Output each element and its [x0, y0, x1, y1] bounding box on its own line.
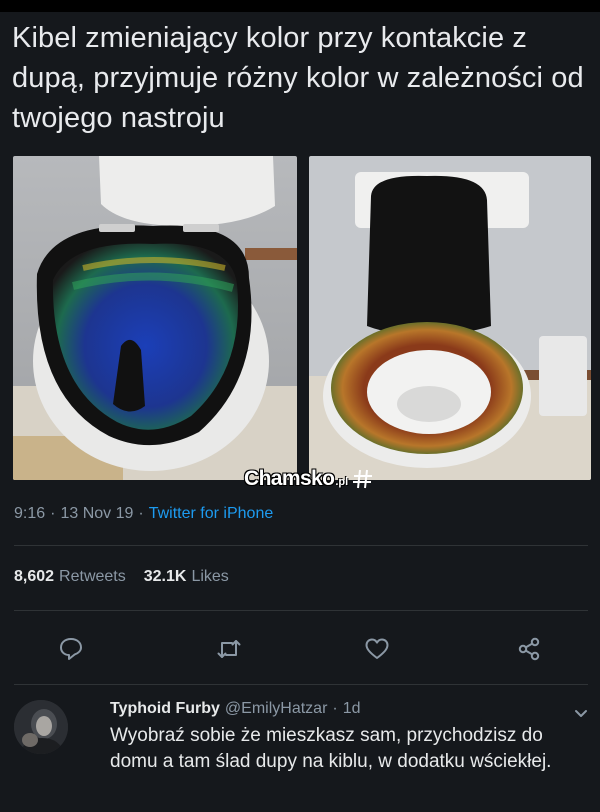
tweet-stats: 8,602 Retweets 32.1K Likes: [14, 568, 229, 586]
photo-closed-lid[interactable]: [13, 156, 297, 480]
meta-separator: ·: [332, 700, 338, 717]
watermark-text: Chamsko: [244, 467, 335, 490]
watermark-hash-icon: [353, 469, 373, 489]
chevron-down-icon: [575, 710, 587, 717]
tweet-time: 9:16: [14, 505, 46, 522]
retweet-button[interactable]: [216, 636, 242, 662]
divider: [14, 684, 588, 685]
photo-open-lid[interactable]: [309, 156, 591, 480]
divider: [14, 610, 588, 611]
likes-label[interactable]: Likes: [191, 568, 228, 586]
heart-icon: [365, 638, 389, 659]
divider: [14, 545, 588, 546]
tweet-source-link[interactable]: Twitter for iPhone: [149, 505, 274, 523]
meta-separator: ·: [50, 505, 56, 522]
retweets-label[interactable]: Retweets: [59, 568, 126, 586]
reply-header: Typhoid Furby @EmilyHatzar · 1d: [110, 700, 361, 718]
reply-time[interactable]: 1d: [343, 700, 361, 718]
reply-more-button[interactable]: [572, 704, 590, 722]
tweet-meta: 9:16 · 13 Nov 19 · Twitter for iPhone: [14, 505, 273, 523]
meta-separator: ·: [138, 505, 144, 522]
reply-tweet[interactable]: Typhoid Furby @EmilyHatzar · 1d Wyobraź …: [14, 700, 590, 812]
reply-icon: [60, 638, 82, 660]
retweet-icon: [217, 640, 241, 658]
tweet-actions: [0, 626, 600, 672]
tweet-date: 13 Nov 19: [60, 505, 134, 522]
watermark-tld: .pl: [335, 476, 349, 488]
likes-count[interactable]: 32.1K: [144, 568, 187, 586]
reply-author-handle[interactable]: @EmilyHatzar: [225, 700, 327, 718]
watermark: Chamsko .pl: [244, 466, 374, 492]
share-button[interactable]: [516, 636, 542, 662]
top-bar: [0, 0, 600, 12]
retweets-count[interactable]: 8,602: [14, 568, 54, 586]
avatar[interactable]: [14, 700, 68, 754]
reply-button[interactable]: [58, 636, 84, 662]
tweet-text: Kibel zmieniający kolor przy kontakcie z…: [12, 22, 584, 134]
share-icon: [518, 637, 540, 661]
tweet-media[interactable]: [13, 156, 591, 480]
reply-text: Wyobraź sobie że mieszkasz sam, przychod…: [110, 725, 552, 772]
reply-author-name[interactable]: Typhoid Furby: [110, 700, 220, 718]
like-button[interactable]: [364, 636, 390, 662]
